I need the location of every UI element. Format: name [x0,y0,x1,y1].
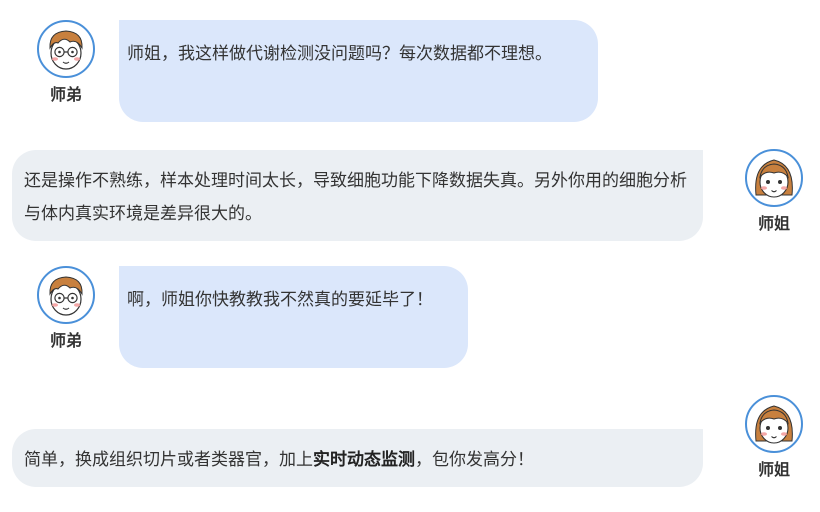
avatar-block-senior-2: 师姐 [743,149,805,233]
girl-with-bangs-icon [755,159,793,198]
message-text: 还是操作不熟练，样本处理时间太长，导致细胞功能下降数据失真。另外你用的细胞分析与… [24,171,687,224]
speaker-name: 师弟 [49,85,82,104]
avatar [37,20,95,78]
message-bubble-1: 师姐，我这样做代谢检测没问题吗？每次数据都不理想。 [119,20,598,122]
message-bubble-4: 简单，换成组织切片或者类器官，加上实时动态监测，包你发高分！ [12,429,703,487]
avatar [745,395,803,453]
speaker-name: 师姐 [757,214,790,233]
avatar-block-junior-3: 师弟 [35,266,97,350]
boy-with-glasses-icon [49,276,83,316]
avatar-block-junior-1: 师弟 [35,20,97,104]
message-bubble-2: 还是操作不熟练，样本处理时间太长，导致细胞功能下降数据失真。另外你用的细胞分析与… [12,150,703,241]
message-bubble-3: 啊，师姐你快教教我不然真的要延毕了！ [119,266,468,368]
message-text-after: ，包你发高分！ [415,450,534,470]
boy-with-glasses-icon [49,30,83,70]
girl-with-bangs-icon [755,405,793,444]
highlight-text: 实时动态监测 [313,450,415,470]
avatar-block-senior-4: 师姐 [743,395,805,479]
speaker-name: 师姐 [757,460,790,479]
speaker-name: 师弟 [49,331,82,350]
avatar [745,149,803,207]
message-text: 师姐，我这样做代谢检测没问题吗？每次数据都不理想。 [127,44,552,64]
avatar [37,266,95,324]
message-text: 啊，师姐你快教教我不然真的要延毕了！ [127,290,433,310]
message-text-before: 简单，换成组织切片或者类器官，加上 [24,450,313,470]
